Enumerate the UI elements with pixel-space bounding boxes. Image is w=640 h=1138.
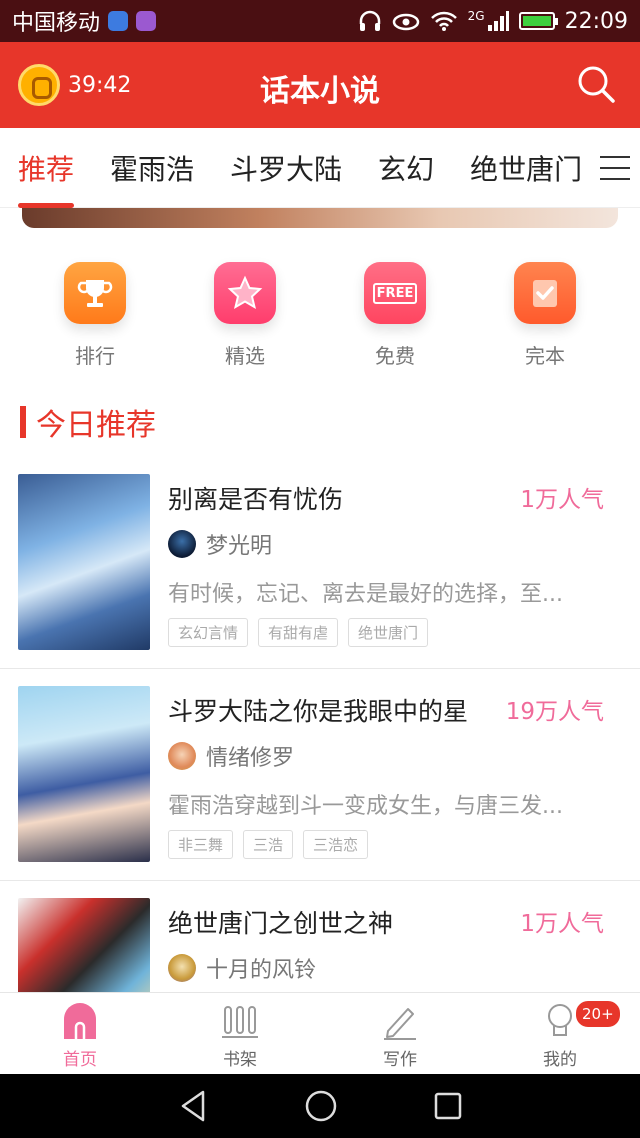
- trophy-icon: [64, 262, 126, 324]
- tab-recommend[interactable]: 推荐: [0, 148, 92, 208]
- signal-icon: [487, 11, 509, 31]
- tab-xuanhuan[interactable]: 玄幻: [360, 148, 452, 188]
- book-title: 别离是否有忧伤: [168, 485, 344, 514]
- shortcut-completed[interactable]: 完本: [470, 262, 620, 369]
- nav-bookshelf[interactable]: 书架: [160, 993, 320, 1074]
- tag[interactable]: 有甜有虐: [258, 618, 339, 647]
- nav-label: 我的: [543, 1050, 577, 1070]
- tab-jueshi-tangmen[interactable]: 绝世唐门: [452, 148, 600, 188]
- divider: [0, 668, 640, 669]
- tag[interactable]: 非三舞: [168, 830, 234, 859]
- author: 情绪修罗: [168, 740, 294, 772]
- tag[interactable]: 三浩: [243, 830, 294, 859]
- popularity: 1万人气: [520, 487, 604, 513]
- book-cover: [18, 686, 150, 862]
- status-bar: 中国移动 2G 22:09: [0, 0, 640, 42]
- battery-icon: [518, 12, 558, 30]
- shortcut-label: 免费: [375, 344, 415, 368]
- book-title: 斗罗大陆之你是我眼中的星: [168, 697, 469, 726]
- carrier-name: 中国移动: [12, 11, 101, 36]
- bookshelf-icon: [222, 1006, 258, 1038]
- divider: [0, 880, 640, 881]
- tab-douluo-dalu[interactable]: 斗罗大陆: [212, 148, 360, 188]
- tag[interactable]: 玄幻言情: [168, 618, 249, 647]
- category-tabs: 推荐 霍雨浩 斗罗大陆 玄幻 绝世唐门: [0, 128, 640, 208]
- author-name: 十月的风铃: [206, 958, 317, 983]
- tag[interactable]: 绝世唐门: [348, 618, 429, 647]
- book-description: 霍雨浩穿越到斗一变成女生，与唐三发...: [168, 794, 563, 819]
- eye-comfort-icon: [392, 13, 419, 31]
- nav-label: 书架: [223, 1050, 257, 1070]
- category-shortcuts: 排行 精选 FREE 免费 完本: [0, 262, 640, 369]
- shortcut-ranking[interactable]: 排行: [20, 262, 170, 369]
- tag-list: 玄幻言情 有甜有虐 绝世唐门: [168, 618, 429, 647]
- gallery-app-icon: [136, 11, 157, 31]
- app-header: 39:42 话本小说: [0, 42, 640, 128]
- wifi-icon: [430, 11, 457, 31]
- nav-profile[interactable]: 我的 20+: [480, 993, 640, 1074]
- author: 十月的风铃: [168, 952, 316, 984]
- headphones-icon: [359, 10, 380, 31]
- author-name: 梦光明: [206, 534, 273, 559]
- popularity: 1万人气: [520, 911, 604, 937]
- book-cover: [18, 898, 150, 992]
- section-title: 今日推荐: [36, 408, 156, 443]
- location-app-icon: [108, 11, 129, 31]
- section-accent: [20, 406, 26, 438]
- shortcut-free[interactable]: FREE 免费: [320, 262, 470, 369]
- shortcut-label: 排行: [75, 344, 115, 368]
- shortcut-featured[interactable]: 精选: [170, 262, 320, 369]
- popularity: 19万人气: [505, 699, 604, 725]
- free-icon: FREE: [364, 262, 426, 324]
- author: 梦光明: [168, 528, 272, 560]
- nav-write[interactable]: 写作: [320, 993, 480, 1074]
- home-icon: [64, 1003, 96, 1039]
- network-type: 2G: [467, 9, 485, 23]
- book-title: 绝世唐门之创世之神: [168, 909, 394, 938]
- avatar: [168, 954, 196, 982]
- tab-huo-yuhao[interactable]: 霍雨浩: [92, 148, 212, 188]
- recents-icon[interactable]: [433, 1091, 463, 1121]
- shortcut-label: 精选: [225, 344, 265, 368]
- star-icon: [214, 262, 276, 324]
- shortcut-label: 完本: [525, 344, 565, 368]
- app-title: 话本小说: [260, 74, 380, 109]
- list-item[interactable]: 绝世唐门之创世之神 1万人气 十月的风铃: [0, 898, 640, 992]
- avatar: [168, 742, 196, 770]
- book-cover: [18, 474, 150, 650]
- pencil-icon: [384, 1008, 416, 1040]
- nav-home[interactable]: 首页: [0, 993, 160, 1074]
- avatar: [168, 530, 196, 558]
- tag-list: 非三舞 三浩 三浩恋: [168, 830, 369, 859]
- tag[interactable]: 三浩恋: [303, 830, 369, 859]
- system-nav-bar: [0, 1074, 640, 1138]
- clock: 22:09: [564, 8, 628, 34]
- nav-label: 写作: [383, 1050, 417, 1070]
- check-icon: [514, 262, 576, 324]
- banner-image[interactable]: [22, 208, 618, 228]
- home-circle-icon[interactable]: [304, 1089, 338, 1123]
- section-header: 今日推荐: [20, 400, 156, 444]
- search-icon[interactable]: [576, 64, 616, 104]
- tabs-menu-icon[interactable]: [600, 155, 630, 180]
- bottom-nav: 首页 书架 写作 我的 20+: [0, 992, 640, 1074]
- back-icon[interactable]: [177, 1089, 209, 1123]
- notification-badge: 20+: [574, 999, 622, 1029]
- nav-label: 首页: [63, 1050, 97, 1070]
- author-name: 情绪修罗: [206, 746, 295, 771]
- book-description: 有时候，忘记、离去是最好的选择，至...: [168, 582, 563, 607]
